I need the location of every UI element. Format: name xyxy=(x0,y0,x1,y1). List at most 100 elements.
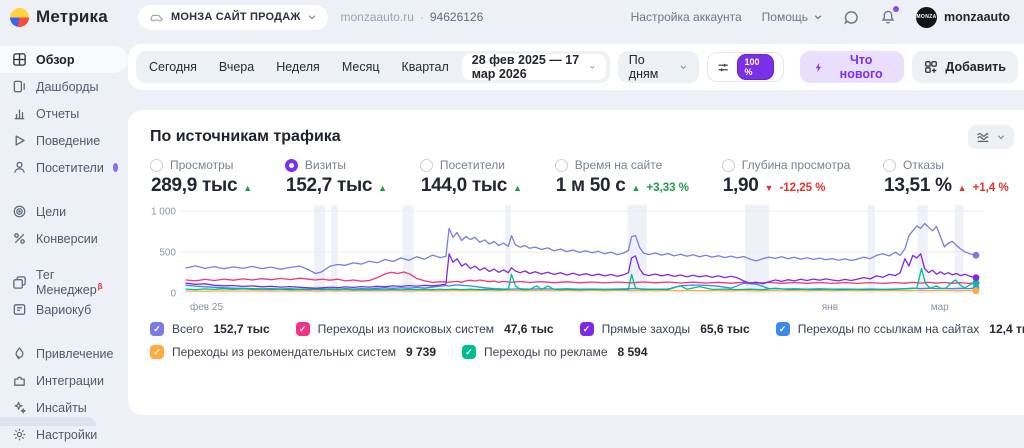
metric-label: Просмотры xyxy=(170,158,233,172)
checkbox-icon[interactable]: ✓ xyxy=(580,322,594,336)
granularity-select[interactable]: По дням xyxy=(618,51,699,83)
add-grid-icon xyxy=(924,60,938,74)
line-chart-icon xyxy=(976,130,990,144)
counter-selector[interactable]: МОНЗА САЙТ ПРОДАЖ xyxy=(138,5,328,30)
beta-badge: β xyxy=(98,282,103,291)
collapsed-panel-tab[interactable] xyxy=(0,417,96,426)
top-header: Метрика МОНЗА САЙТ ПРОДАЖ monzaauto.ru ·… xyxy=(0,0,1024,34)
target-icon xyxy=(12,204,27,219)
checkbox-icon[interactable]: ✓ xyxy=(150,322,164,336)
sampling-control[interactable]: 100 % xyxy=(707,52,783,82)
notifications-button[interactable] xyxy=(880,9,896,25)
sidebar-item-label: Конверсии xyxy=(36,232,98,246)
gear-icon xyxy=(12,427,27,442)
sidebar-item-acquisition[interactable]: Привлечение xyxy=(0,340,128,367)
sidebar-item-goals[interactable]: Цели xyxy=(0,198,128,225)
sidebar-item-overview[interactable]: Обзор xyxy=(0,46,128,73)
metric-visits[interactable]: Визиты 152,7 тыс▲ xyxy=(285,158,387,197)
account-settings-link[interactable]: Настройка аккаунта xyxy=(631,10,742,24)
traffic-chart[interactable]: 05001 000фев 25янвмар xyxy=(150,201,1024,319)
metrika-logo[interactable]: Метрика xyxy=(10,7,126,27)
user-name: monzaauto xyxy=(944,10,1010,24)
counter-domain[interactable]: monzaauto.ru xyxy=(340,10,413,24)
metric-value: 144,0 тыс xyxy=(421,175,507,197)
counter-name: МОНЗА САЙТ ПРОДАЖ xyxy=(171,11,300,23)
whats-new-button[interactable]: Что нового xyxy=(800,51,905,83)
legend-item-direct[interactable]: ✓ Прямые заходы 65,6 тыс xyxy=(580,322,750,336)
radio-icon[interactable] xyxy=(555,159,568,172)
metric-label: Глубина просмотра xyxy=(742,158,851,172)
lightning-icon xyxy=(813,61,824,74)
variocube-icon xyxy=(12,302,27,317)
legend-label: Переходы по рекламе xyxy=(484,345,607,359)
grid-icon xyxy=(12,52,27,67)
legend-value: 12,4 тыс xyxy=(989,322,1024,336)
radio-icon[interactable] xyxy=(150,159,163,172)
sidebar-item-label: Тег Менеджерβ xyxy=(36,268,118,297)
sidebar-item-variocube[interactable]: Вариокуб xyxy=(0,296,128,323)
metric-depth[interactable]: Глубина просмотра 1,90▼-12,25 % xyxy=(722,158,851,197)
legend-item-search[interactable]: ✓ Переходы из поисковых систем 47,6 тыс xyxy=(296,322,554,336)
sidebar-item-label: Интеграции xyxy=(36,374,104,388)
preset-today-button[interactable]: Сегодня xyxy=(138,51,208,83)
sidebar-item-behavior[interactable]: Поведение xyxy=(0,127,128,154)
chart-type-select[interactable] xyxy=(968,125,1014,149)
legend-item-total[interactable]: ✓ Всего 152,7 тыс xyxy=(150,322,270,336)
metric-label: Посетители xyxy=(440,158,505,172)
sidebar-item-tag-manager[interactable]: Тег Менеджерβ xyxy=(0,269,128,296)
legend-value: 65,6 тыс xyxy=(700,322,750,336)
bar-chart-icon xyxy=(12,106,27,121)
sidebar-item-label: Вариокуб xyxy=(36,303,91,317)
counter-favicon-car-icon xyxy=(149,10,164,25)
sidebar-item-reports[interactable]: Отчеты xyxy=(0,100,128,127)
sidebar-item-visitors[interactable]: Посетители xyxy=(0,154,128,181)
sidebar-item-label: Инсайты xyxy=(36,401,87,415)
chevron-down-icon xyxy=(307,12,317,22)
legend-item-recommenders[interactable]: ✓ Переходы из рекомендательных систем 9 … xyxy=(150,345,436,359)
trend-arrow-icon: ▲ xyxy=(958,183,967,193)
play-icon xyxy=(12,133,27,148)
radio-icon[interactable] xyxy=(883,159,896,172)
trend-arrow-icon: ▲ xyxy=(243,183,252,193)
sidebar: Обзор Дашборды Отчеты Поведение Посетите… xyxy=(0,34,128,448)
sidebar-item-dashboards[interactable]: Дашборды xyxy=(0,73,128,100)
legend-value: 47,6 тыс xyxy=(504,322,554,336)
legend-label: Переходы по ссылкам на сайтах xyxy=(798,322,980,336)
preset-quarter-button[interactable]: Квартал xyxy=(391,51,460,83)
notification-dot xyxy=(893,6,899,12)
checkbox-icon[interactable]: ✓ xyxy=(150,345,164,359)
metric-time-on-site[interactable]: Время на сайте 1 м 50 с▲+3,33 % xyxy=(555,158,689,197)
sidebar-item-conversions[interactable]: Конверсии xyxy=(0,225,128,252)
add-widget-button[interactable]: Добавить xyxy=(912,51,1018,83)
checkbox-icon[interactable]: ✓ xyxy=(776,322,790,336)
radio-icon[interactable] xyxy=(722,159,735,172)
legend-item-site-links[interactable]: ✓ Переходы по ссылкам на сайтах 12,4 тыс xyxy=(776,322,1024,336)
chevron-down-icon xyxy=(996,132,1006,142)
preset-yesterday-button[interactable]: Вчера xyxy=(208,51,265,83)
date-range-value: 28 фев 2025 — 17 мар 2026 xyxy=(472,53,581,81)
metric-value: 1,90 xyxy=(723,175,759,197)
help-menu[interactable]: Помощь xyxy=(762,10,823,24)
preset-week-button[interactable]: Неделя xyxy=(265,51,331,83)
metric-bounce-rate[interactable]: Отказы 13,51 %▲+1,4 % xyxy=(883,158,1009,197)
date-range-picker[interactable]: 28 фев 2025 — 17 мар 2026 xyxy=(462,54,606,80)
trend-arrow-icon: ▲ xyxy=(513,183,522,193)
person-icon xyxy=(12,160,27,175)
sidebar-item-label: Настройки xyxy=(36,428,97,442)
avatar: MONZA xyxy=(916,7,937,28)
preset-month-button[interactable]: Месяц xyxy=(331,51,391,83)
checkbox-icon[interactable]: ✓ xyxy=(296,322,310,336)
chevron-down-icon xyxy=(589,62,596,72)
sliders-icon xyxy=(717,60,729,75)
checkbox-icon[interactable]: ✓ xyxy=(462,345,476,359)
metric-pageviews[interactable]: Просмотры 289,9 тыс▲ xyxy=(150,158,252,197)
sidebar-item-integrations[interactable]: Интеграции xyxy=(0,367,128,394)
user-menu[interactable]: MONZA monzaauto xyxy=(916,7,1010,28)
metric-users[interactable]: Посетители 144,0 тыс ▲ xyxy=(420,158,522,197)
chat-icon[interactable] xyxy=(843,9,860,26)
radio-icon[interactable] xyxy=(285,159,298,172)
radio-icon[interactable] xyxy=(420,159,433,172)
sidebar-item-label: Посетители xyxy=(36,161,104,175)
trend-arrow-icon: ▼ xyxy=(765,183,774,193)
legend-item-ads[interactable]: ✓ Переходы по рекламе 8 594 xyxy=(462,345,648,359)
